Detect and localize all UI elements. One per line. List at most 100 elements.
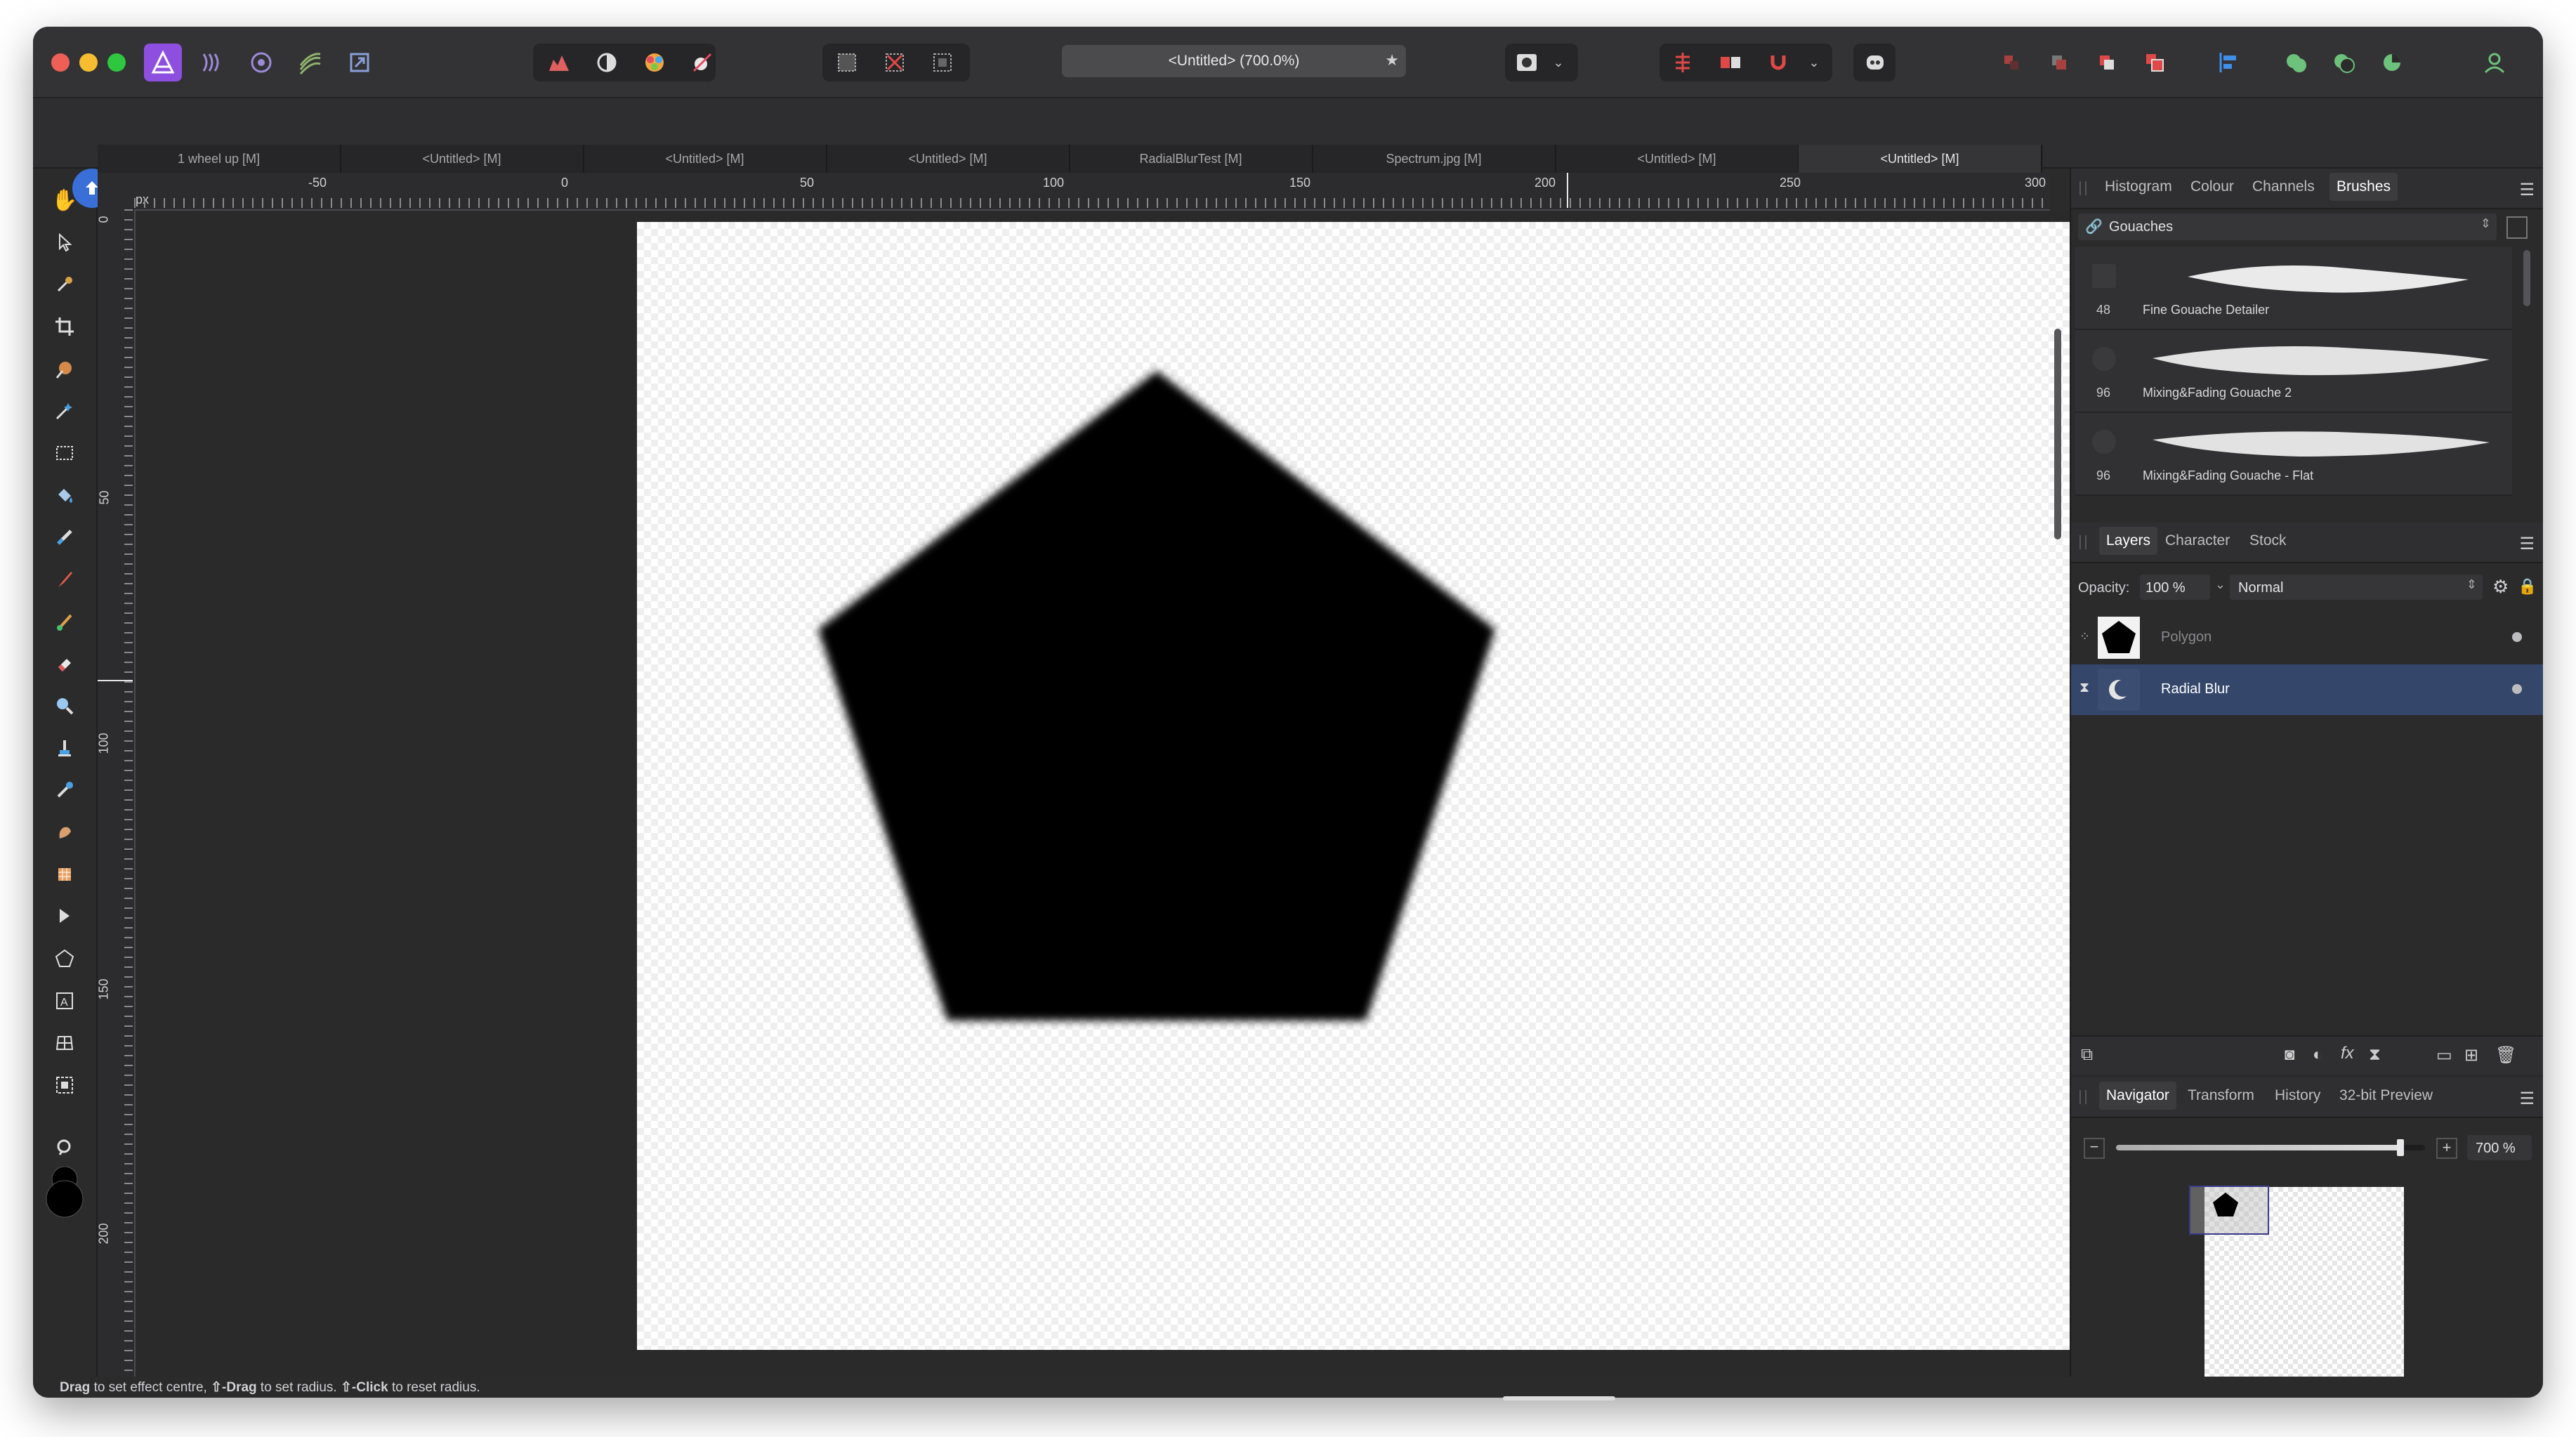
brush-item[interactable]: 48 Fine Gouache Detailer bbox=[2075, 247, 2512, 330]
magnifier-icon[interactable] bbox=[47, 1131, 82, 1166]
invert-selection-icon[interactable] bbox=[924, 44, 961, 81]
dodge-tool-icon[interactable] bbox=[47, 688, 82, 723]
layer-visibility-toggle[interactable] bbox=[2512, 684, 2522, 694]
mirror-icon[interactable] bbox=[1711, 44, 1749, 81]
levels-icon[interactable] bbox=[540, 44, 578, 81]
horizontal-ruler[interactable]: px -50 0 50 100 150 200 250 300 bbox=[98, 173, 2050, 211]
boolean-add-icon[interactable] bbox=[2278, 44, 2315, 81]
layer-copy-icon[interactable]: ⧉ bbox=[2081, 1045, 2093, 1065]
panel-grip-icon[interactable] bbox=[2079, 535, 2087, 549]
vertical-scrollbar[interactable] bbox=[2054, 329, 2061, 539]
auto-white-balance-icon[interactable] bbox=[683, 44, 721, 81]
move-back-one-icon[interactable] bbox=[2040, 44, 2078, 81]
crop-tool-icon[interactable] bbox=[47, 309, 82, 344]
doc-tab[interactable]: <Untitled> [M] bbox=[584, 145, 827, 173]
export-persona-icon[interactable] bbox=[341, 44, 379, 81]
blemish-removal-tool-icon[interactable] bbox=[47, 773, 82, 808]
zoom-out-button[interactable]: − bbox=[2084, 1138, 2105, 1159]
brush-category-select[interactable]: 🔗 Gouaches ⇕ bbox=[2078, 214, 2497, 240]
group-folder-icon[interactable]: ▭ bbox=[2436, 1045, 2452, 1065]
tab-history[interactable]: History bbox=[2275, 1087, 2320, 1104]
panel-menu-icon[interactable]: ☰ bbox=[2519, 534, 2535, 554]
smudge-tool-icon[interactable] bbox=[47, 815, 82, 850]
marquee-tool-icon[interactable] bbox=[47, 435, 82, 471]
flood-select-tool-icon[interactable] bbox=[47, 393, 82, 428]
assistant-robot-icon[interactable] bbox=[1856, 44, 1894, 81]
erase-brush-tool-icon[interactable] bbox=[47, 646, 82, 681]
liquify-persona-icon[interactable] bbox=[193, 44, 231, 81]
resize-handle[interactable] bbox=[1503, 1396, 1615, 1400]
doc-tab-active[interactable]: <Untitled> [M] bbox=[1799, 145, 2042, 173]
shape-tool-icon[interactable] bbox=[47, 941, 82, 976]
tab-32-bit-preview[interactable]: 32-bit Preview bbox=[2339, 1087, 2433, 1104]
add-pixel-layer-icon[interactable]: ⊞ bbox=[2464, 1045, 2478, 1065]
zoom-tool-icon[interactable] bbox=[47, 1068, 82, 1103]
canvas-area[interactable] bbox=[136, 211, 2154, 1378]
colour-picker-tool-icon[interactable] bbox=[47, 267, 82, 302]
doc-tab[interactable]: <Untitled> [M] bbox=[827, 145, 1070, 173]
gradient-tool-icon[interactable] bbox=[47, 520, 82, 555]
mask-layer-icon[interactable]: ◙ bbox=[2285, 1045, 2295, 1065]
node-tool-icon[interactable] bbox=[47, 899, 82, 934]
adjustment-layer-icon[interactable]: ◐ bbox=[2313, 1045, 2323, 1065]
pixel-tool-icon[interactable] bbox=[47, 857, 82, 892]
polygon-shape[interactable] bbox=[818, 371, 1495, 1021]
zoom-slider[interactable] bbox=[2116, 1139, 2425, 1156]
document-canvas[interactable] bbox=[637, 222, 2154, 1350]
move-forward-one-icon[interactable] bbox=[2088, 44, 2126, 81]
gear-icon[interactable]: ⚙ bbox=[2492, 576, 2509, 598]
layer-row-selected[interactable]: ⧗ Radial Blur bbox=[2071, 664, 2543, 715]
zoom-window-button[interactable] bbox=[107, 53, 126, 72]
fx-icon[interactable]: fx bbox=[2341, 1044, 2354, 1063]
user-account-icon[interactable] bbox=[2476, 44, 2513, 81]
panel-grip-icon[interactable] bbox=[2079, 1090, 2087, 1104]
tab-character[interactable]: Character bbox=[2165, 532, 2230, 549]
quick-mask-icon[interactable] bbox=[1508, 44, 1546, 81]
auto-contrast-icon[interactable] bbox=[588, 44, 626, 81]
zoom-slider-knob[interactable] bbox=[2396, 1139, 2404, 1156]
colour-replacement-tool-icon[interactable] bbox=[47, 604, 82, 639]
tab-channels[interactable]: Channels bbox=[2252, 178, 2315, 195]
select-all-icon[interactable] bbox=[828, 44, 866, 81]
doc-tab[interactable]: Spectrum.jpg [M] bbox=[1313, 145, 1556, 173]
move-to-front-icon[interactable] bbox=[2136, 44, 2174, 81]
hand-tool-icon[interactable]: ✋ bbox=[47, 183, 82, 218]
navigator-preview[interactable] bbox=[2189, 1186, 2404, 1385]
align-icon[interactable] bbox=[2210, 44, 2248, 81]
move-to-back-icon[interactable] bbox=[1992, 44, 2030, 81]
zoom-value-field[interactable]: 700 % bbox=[2467, 1135, 2532, 1160]
boolean-intersect-icon[interactable] bbox=[2373, 44, 2411, 81]
vertical-ruler[interactable]: 0 50 100 150 200 bbox=[97, 209, 136, 1386]
clone-brush-tool-icon[interactable] bbox=[47, 730, 82, 766]
snapping-magnet-icon[interactable] bbox=[1759, 44, 1797, 81]
layer-visibility-toggle[interactable] bbox=[2512, 632, 2522, 642]
auto-colour-icon[interactable] bbox=[636, 44, 673, 81]
tab-stock[interactable]: Stock bbox=[2249, 532, 2287, 549]
layer-row[interactable]: ⁘ Polygon bbox=[2071, 612, 2543, 663]
flood-fill-tool-icon[interactable] bbox=[47, 478, 82, 513]
assistant-icon[interactable] bbox=[1664, 44, 1702, 81]
document-title-field[interactable]: <Untitled> (700.0%) ★ bbox=[1062, 45, 1406, 77]
favorite-star-icon[interactable]: ★ bbox=[1385, 51, 1399, 70]
trash-icon[interactable]: 🗑 bbox=[2495, 1045, 2516, 1065]
tab-transform[interactable]: Transform bbox=[2188, 1087, 2254, 1104]
primary-colour-swatch[interactable] bbox=[43, 1167, 86, 1218]
doc-tab[interactable]: 1 wheel up [M] bbox=[98, 145, 341, 173]
mesh-warp-tool-icon[interactable] bbox=[47, 1025, 82, 1061]
tab-layers[interactable]: Layers bbox=[2099, 527, 2158, 555]
brush-view-toggle-icon[interactable] bbox=[2506, 216, 2528, 239]
minimize-window-button[interactable] bbox=[79, 53, 98, 72]
lock-icon[interactable]: 🔒 bbox=[2518, 577, 2537, 596]
paint-brush-tool-icon[interactable] bbox=[47, 562, 82, 597]
brush-item[interactable]: 96 Mixing&Fading Gouache - Flat bbox=[2075, 413, 2512, 496]
deselect-icon[interactable] bbox=[876, 44, 914, 81]
doc-tab[interactable]: RadialBlurTest [M] bbox=[1070, 145, 1313, 173]
chevron-down-icon[interactable]: ⌄ bbox=[1544, 44, 1572, 81]
brush-item[interactable]: 96 Mixing&Fading Gouache 2 bbox=[2075, 330, 2512, 413]
close-window-button[interactable] bbox=[51, 53, 70, 72]
develop-persona-icon[interactable] bbox=[242, 44, 280, 81]
brushes-scrollbar[interactable] bbox=[2523, 250, 2530, 306]
chevron-down-icon[interactable]: ⌄ bbox=[2215, 577, 2226, 592]
blend-mode-select[interactable]: Normal ⇕ bbox=[2230, 575, 2483, 600]
photo-persona-icon[interactable] bbox=[144, 44, 182, 81]
